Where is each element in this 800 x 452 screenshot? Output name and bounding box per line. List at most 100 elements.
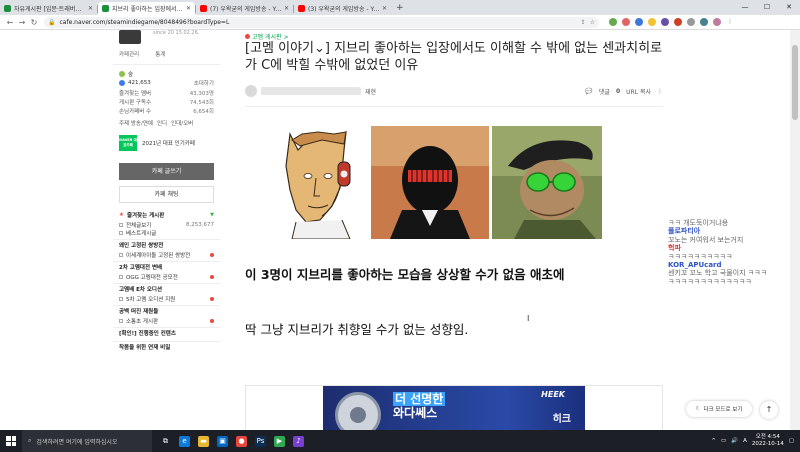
write-post-button[interactable]: 카페 글쓰기	[119, 163, 214, 180]
beret-man-image[interactable]	[492, 126, 602, 239]
maximize-icon[interactable]: ☐	[756, 0, 778, 15]
board-menu-item[interactable]: 전체글보기 8,253,677	[113, 221, 220, 229]
extension-icon[interactable]	[661, 18, 669, 26]
board-menu-item[interactable]: 이세계아이돌 고정된 쌍방전	[113, 251, 220, 259]
network-icon[interactable]: ▭	[721, 438, 726, 444]
extension-icon[interactable]	[648, 18, 656, 26]
author-badge: 재현	[365, 88, 377, 96]
extension-icon[interactable]	[687, 18, 695, 26]
cafe-stat-row: 즐겨찾는 멤버 43,303명	[113, 88, 220, 97]
start-button[interactable]	[0, 430, 22, 452]
extension-icon[interactable]	[609, 18, 617, 26]
board-menu-item[interactable]: 베스트게시글	[113, 229, 220, 237]
close-icon[interactable]: ✕	[778, 0, 800, 15]
manager-row: 숲	[113, 69, 220, 78]
topic-link[interactable]: 주제 방송/연예	[119, 119, 153, 127]
board-menu-label: 전체글보기	[126, 223, 152, 229]
tab-close-icon[interactable]: ✕	[186, 5, 191, 12]
task-view-icon[interactable]: ⧉	[160, 435, 171, 447]
extension-icon[interactable]	[700, 18, 708, 26]
taskbar-search[interactable]: ⌕ 검색하려면 여기에 입력하십시오	[22, 430, 152, 452]
bookmark-star-icon[interactable]: ☆	[590, 19, 595, 26]
chat-message: ㅋㅋㅋㅋㅋㅋㅋㅋㅋㅋㅋㅋㅋ	[668, 277, 752, 286]
reload-icon[interactable]: ↻	[28, 18, 40, 27]
dark-mode-button[interactable]: ☾ 다크 모드로 보기	[686, 401, 752, 417]
dark-mode-label: 다크 모드로 보기	[703, 407, 743, 413]
chevron-down-icon[interactable]: ▼	[210, 212, 214, 218]
cartoon-character-image[interactable]	[262, 126, 362, 239]
author-name-blurred[interactable]	[261, 87, 361, 95]
clock[interactable]: 오전 4:54 2022-10-14	[752, 434, 784, 448]
favorite-boards-header[interactable]: ★ 즐겨찾는 게시판 ▼	[113, 209, 220, 221]
comment-icon[interactable]: 💬	[585, 88, 592, 95]
photoshop-icon[interactable]: Ps	[255, 435, 266, 447]
system-tray: ^ ▭ 🔊 A 오전 4:54 2022-10-14 ▢	[711, 434, 800, 448]
chat-message: ㅋㅋㅋㅋㅋㅋㅋㅋㅋㅋ	[668, 252, 733, 261]
cafe-chat-button[interactable]: 카페 채팅	[119, 186, 214, 203]
cafe-sidebar: since 20 15.02.26. 카페관리 통계 숲 421,653 초대하…	[113, 30, 220, 430]
extension-icon[interactable]	[622, 18, 630, 26]
menu-group-header: 공백 떠진 재원들	[113, 305, 220, 317]
cafe-stat-label: 즐겨찾는 멤버	[119, 90, 152, 97]
profile-avatar[interactable]	[713, 18, 721, 26]
cafe-stat-row: 게시판 구독수 74,543회	[113, 97, 220, 106]
topic-link[interactable]: 인대/오버	[171, 119, 193, 127]
extension-icon[interactable]	[674, 18, 682, 26]
url-text: cafe.naver.com/steamindiegame/8048496?bo…	[59, 18, 230, 26]
board-menu-label: 베스트게시글	[126, 231, 157, 237]
extension-icon[interactable]	[635, 18, 643, 26]
store-icon[interactable]: ▣	[217, 435, 228, 447]
topic-link[interactable]: 인디	[157, 119, 167, 127]
ad-headline: 더 선명한 와다쎄스	[393, 392, 446, 420]
article: 고멤 게시판 > [고멤 이야기⌄] 지브리 좋아하는 입장에서도 이해할 수 …	[245, 30, 663, 431]
person-icon	[119, 70, 125, 77]
board-menu-item[interactable]: 소통초 게시판	[113, 317, 220, 325]
invite-link[interactable]: 초대하기	[194, 79, 214, 87]
tab-strip: 자유게시판 [입문·트래버스] 공통 카...✕지브리 좋아하는 입장에서도 이…	[0, 0, 800, 15]
more-icon[interactable]: ⋮	[657, 88, 663, 95]
cafe-info: since 20 15.02.26.	[113, 30, 220, 46]
back-icon[interactable]: ←	[4, 18, 16, 27]
new-post-dot-icon	[210, 253, 214, 257]
browser-tab[interactable]: 지브리 좋아하는 입장에서도 이해할...✕	[98, 2, 195, 15]
board-icon	[245, 34, 250, 39]
window-controls: — ☐ ✕	[734, 0, 800, 15]
input-language[interactable]: A	[743, 438, 747, 444]
tab-close-icon[interactable]: ✕	[382, 5, 387, 12]
comment-label[interactable]: 댓글	[599, 87, 610, 96]
browser-tab[interactable]: (7) 우왁굳의 게임방송 - YouTube✕	[196, 2, 293, 15]
board-menu-item[interactable]: OGG 고멤대전 공모전	[113, 273, 220, 281]
new-post-dot-icon	[210, 319, 214, 323]
chevron-up-icon[interactable]: ^	[711, 438, 716, 444]
chrome-icon[interactable]: ●	[236, 435, 247, 447]
browser-tab[interactable]: (3) 우왁굳의 게임방송 - YouTube✕	[294, 2, 391, 15]
browser-tab[interactable]: 자유게시판 [입문·트래버스] 공통 카...✕	[0, 2, 97, 15]
author-avatar[interactable]	[245, 85, 257, 97]
tab-title: (3) 우왁굳의 게임방송 - YouTube	[308, 6, 380, 13]
lock-icon[interactable]: 🔒	[48, 19, 55, 26]
tab-close-icon[interactable]: ✕	[88, 5, 93, 12]
cafe-stats-link[interactable]: 통계	[155, 50, 165, 58]
scrollbar-thumb[interactable]	[792, 45, 798, 120]
share-icon[interactable]: ⇪	[581, 19, 586, 26]
ad-banner[interactable]: 더 선명한 와다쎄스 HEEK 히크	[323, 386, 585, 431]
app-icon[interactable]: ▶	[274, 435, 285, 447]
board-menu-item[interactable]: 5차 고멤 오디션 지원	[113, 295, 220, 303]
url-input[interactable]: 🔒 cafe.naver.com/steamindiegame/8048496?…	[44, 16, 599, 28]
scroll-top-button[interactable]: ↑	[760, 401, 778, 419]
cafe-manage-link[interactable]: 카페관리	[119, 50, 139, 58]
menu-icon[interactable]: ⋮	[726, 18, 734, 26]
since-text: since 20 15.02.26.	[153, 30, 200, 36]
volume-icon[interactable]: 🔊	[731, 438, 738, 444]
minimize-icon[interactable]: —	[734, 0, 756, 15]
forward-icon[interactable]: →	[16, 18, 28, 27]
notification-icon[interactable]: ▢	[789, 438, 794, 444]
tab-close-icon[interactable]: ✕	[284, 5, 289, 12]
new-tab-button[interactable]: +	[391, 2, 409, 15]
explorer-icon[interactable]: ▬	[198, 435, 209, 447]
cafe-logo[interactable]	[119, 30, 141, 44]
masked-man-image[interactable]	[371, 126, 489, 239]
edge-icon[interactable]: e	[179, 435, 190, 447]
url-copy-button[interactable]: URL 복사	[626, 87, 651, 96]
app2-icon[interactable]: ♪	[293, 435, 304, 447]
